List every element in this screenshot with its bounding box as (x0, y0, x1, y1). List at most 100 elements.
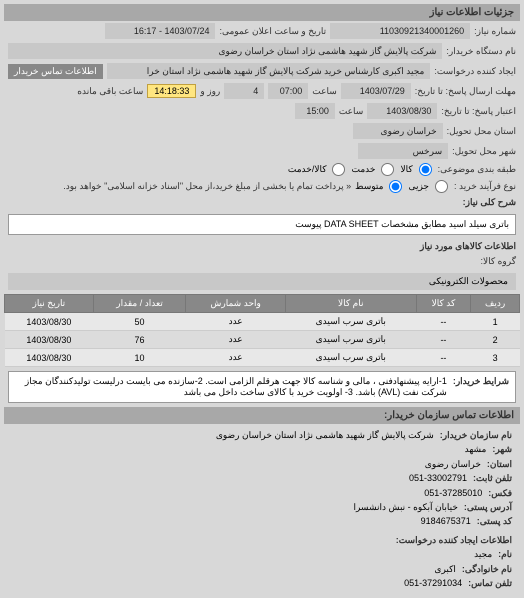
radio-goods-label: کالا (400, 164, 412, 175)
c-org-label: نام سازمان خریدار: (440, 428, 512, 442)
cr-family: اکبری (434, 562, 456, 576)
cell-code: -- (416, 349, 471, 367)
cell-row: 2 (471, 331, 520, 349)
cell-qty: 10 (93, 349, 186, 367)
category-label: طبقه بندی موضوعی: (438, 164, 516, 175)
buyer-org-value: شرکت پالایش گاز شهید هاشمی نژاد استان خر… (8, 43, 442, 59)
th-date: تاریخ نیاز (5, 295, 94, 313)
radio-goods[interactable] (419, 163, 432, 176)
validity-date: 1403/08/30 (367, 103, 437, 119)
deadline-time-label: ساعت (312, 86, 337, 97)
cell-unit: عدد (186, 331, 285, 349)
th-code: کد کالا (416, 295, 471, 313)
table-row: 3--باتری سرب اسیدیعدد101403/08/30 (5, 349, 520, 367)
goods-group-label: گروه کالا: (481, 256, 516, 267)
delivery-city: سرخس (358, 143, 448, 159)
cell-name: باتری سرب اسیدی (285, 349, 416, 367)
th-row: ردیف (471, 295, 520, 313)
conditions-text: 1-ارایه پیشنهادفنی ، مالی و شناسه کالا ج… (15, 376, 447, 398)
process-note: « پرداخت تمام یا بخشی از مبلغ خرید،از مح… (8, 181, 351, 192)
cell-unit: عدد (186, 313, 285, 331)
c-city: مشهد (465, 442, 487, 456)
radio-service-label: خدمت (351, 164, 375, 175)
table-row: 1--باتری سرب اسیدیعدد501403/08/30 (5, 313, 520, 331)
deadline-date: 1403/07/29 (341, 83, 411, 99)
buyer-org-label: نام دستگاه خریدار: (446, 46, 516, 57)
process-label: نوع فرآیند خرید : (454, 181, 516, 192)
process-radio-group: جزیی متوسط (355, 180, 450, 193)
cell-qty: 50 (93, 313, 186, 331)
announce-value: 1403/07/24 - 16:17 (105, 23, 215, 39)
cell-code: -- (416, 313, 471, 331)
cell-date: 1403/08/30 (5, 313, 94, 331)
c-postal-label: کد پستی: (477, 514, 512, 528)
cell-qty: 76 (93, 331, 186, 349)
c-fax-label: فکس: (488, 486, 512, 500)
cell-date: 1403/08/30 (5, 331, 94, 349)
validity-label: اعتبار پاسخ: تا تاریخ: (441, 106, 516, 117)
c-fax: 051-37285010 (424, 486, 482, 500)
goods-group-value: محصولات الکترونیکی (8, 273, 516, 290)
cell-row: 1 (471, 313, 520, 331)
cell-row: 3 (471, 349, 520, 367)
desc-label: شرح کلی نیاز: (463, 197, 516, 208)
cell-code: -- (416, 331, 471, 349)
c-address-label: آدرس پستی: (464, 500, 512, 514)
cr-family-label: نام خانوادگی: (462, 562, 512, 576)
c-address: خیابان آبکوه - نبش دانشسرا (353, 500, 457, 514)
radio-service[interactable] (381, 163, 394, 176)
th-name: نام کالا (285, 295, 416, 313)
need-number-value: 11030921340001260 (330, 23, 470, 39)
validity-time-label: ساعت (339, 106, 364, 117)
delivery-province: خراسان رضوی (353, 123, 443, 139)
goods-header: اطلاعات کالاهای مورد نیاز (420, 241, 516, 252)
cell-date: 1403/08/30 (5, 349, 94, 367)
section-header-main: جزئیات اطلاعات نیاز (4, 4, 520, 21)
radio-medium[interactable] (389, 180, 402, 193)
contact-section-header: اطلاعات تماس سازمان خریدار: (4, 407, 520, 424)
contact-section: نام سازمان خریدار: شرکت پالایش گاز شهید ه… (4, 424, 520, 594)
category-radio-group: کالا خدمت کالا/خدمت (288, 163, 434, 176)
conditions-box: شرایط خریدار: 1-ارایه پیشنهادفنی ، مالی … (8, 371, 516, 403)
cr-phone: 051-37291034 (404, 576, 462, 590)
radio-small-label: جزیی (408, 181, 429, 192)
buyer-contact-button[interactable]: اطلاعات تماس خریدار (8, 64, 103, 79)
c-province: خراسان رضوی (425, 457, 481, 471)
th-qty: تعداد / مقدار (93, 295, 186, 313)
radio-small[interactable] (435, 180, 448, 193)
validity-time: 15:00 (295, 103, 335, 119)
c-org: شرکت پالایش گاز شهید هاشمی نژاد استان خر… (216, 428, 434, 442)
c-city-label: شهر: (492, 442, 512, 456)
days-remaining: 4 (224, 83, 264, 99)
radio-medium-label: متوسط (355, 181, 383, 192)
delivery-province-label: استان محل تحویل: (447, 126, 516, 137)
goods-table: ردیف کد کالا نام کالا واحد شمارش تعداد /… (4, 294, 520, 367)
th-unit: واحد شمارش (186, 295, 285, 313)
cell-name: باتری سرب اسیدی (285, 313, 416, 331)
table-row: 2--باتری سرب اسیدیعدد761403/08/30 (5, 331, 520, 349)
deadline-time: 07:00 (268, 83, 308, 99)
requester-label: ایجاد کننده درخواست: (434, 66, 516, 77)
radio-goods-service-label: کالا/خدمت (288, 164, 327, 175)
requester-value: مجید اکبری کارشناس خرید شرکت پالایش گاز … (107, 63, 431, 79)
delivery-city-label: شهر محل تحویل: (452, 146, 516, 157)
creator-header: اطلاعات ایجاد کننده درخواست: (396, 533, 512, 547)
cr-phone-label: تلفن تماس: (468, 576, 512, 590)
announce-label: تاریخ و ساعت اعلان عمومی: (219, 26, 326, 37)
c-phone: 051-33002791 (409, 471, 467, 485)
conditions-label: شرایط خریدار: (447, 376, 509, 398)
c-postal: 9184675371 (421, 514, 471, 528)
time-remain-label: ساعت باقی مانده (77, 86, 143, 97)
cell-name: باتری سرب اسیدی (285, 331, 416, 349)
description-box: باتری سیلد اسید مطابق مشخصات DATA SHEET … (8, 214, 516, 235)
time-remaining: 14:18:33 (147, 84, 196, 98)
cr-name-label: نام: (498, 547, 512, 561)
cell-unit: عدد (186, 349, 285, 367)
need-number-label: شماره نیاز: (474, 26, 516, 37)
radio-goods-service[interactable] (332, 163, 345, 176)
deadline-label: مهلت ارسال پاسخ: تا تاریخ: (415, 86, 516, 97)
c-phone-label: تلفن ثابت: (473, 471, 512, 485)
days-remain-label: روز و (200, 86, 220, 97)
c-province-label: استان: (487, 457, 512, 471)
cr-name: مجید (474, 547, 492, 561)
